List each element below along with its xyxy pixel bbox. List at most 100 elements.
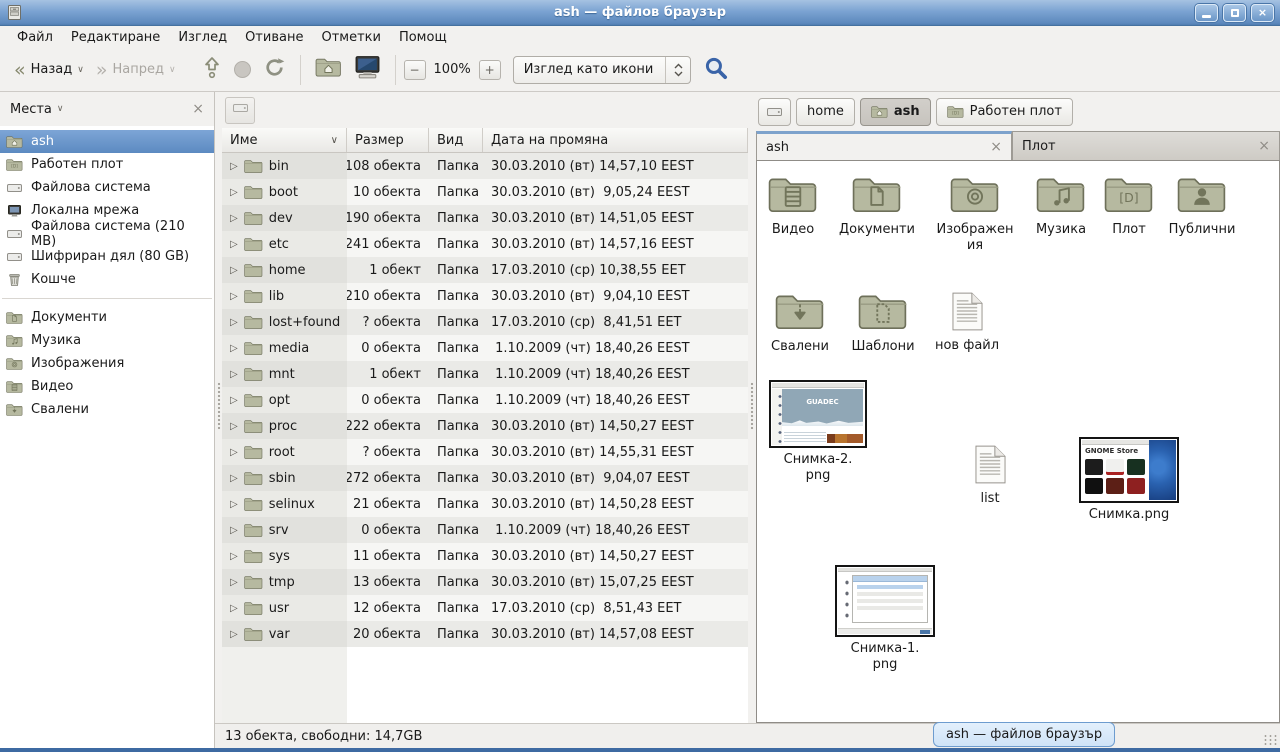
sidebar-header-label[interactable]: Места — [10, 102, 52, 117]
sidebar-item-trash[interactable]: Кошче — [0, 268, 214, 291]
column-header-1[interactable]: Размер — [347, 128, 429, 152]
expander-icon[interactable]: ▷ — [230, 213, 238, 224]
expander-icon[interactable]: ▷ — [230, 187, 238, 198]
sidebar-item-downloads[interactable]: Свалени — [0, 398, 214, 421]
table-row[interactable]: ▷media0 обектаПапка 1.10.2009 (чт) 18,40… — [222, 335, 748, 361]
sidebar-item-music[interactable]: Музика — [0, 329, 214, 352]
view-mode-select[interactable]: Изглед като икони — [513, 56, 692, 84]
tab-0[interactable]: ash× — [756, 131, 1012, 160]
table-row[interactable]: ▷sbin272 обектаПапка30.03.2010 (вт) 9,04… — [222, 465, 748, 491]
table-row[interactable]: ▷etc241 обектаПапка30.03.2010 (вт) 14,57… — [222, 231, 748, 257]
sidebar-item-desktop[interactable]: [D]Работен плот — [0, 153, 214, 176]
expander-icon[interactable]: ▷ — [230, 369, 238, 380]
table-row[interactable]: ▷home1 обектПапка17.03.2010 (ср) 10,38,5… — [222, 257, 748, 283]
stop-button[interactable] — [228, 56, 257, 83]
table-row[interactable]: ▷proc222 обектаПапка30.03.2010 (вт) 14,5… — [222, 413, 748, 439]
table-empty-area[interactable] — [222, 647, 748, 723]
icon-item-6[interactable]: Свалени — [756, 292, 845, 355]
expander-icon[interactable]: ▷ — [230, 395, 238, 406]
table-row[interactable]: ▷bin108 обектаПапка30.03.2010 (вт) 14,57… — [222, 153, 748, 179]
expander-icon[interactable]: ▷ — [230, 447, 238, 458]
tab-close-icon[interactable]: × — [990, 139, 1002, 155]
table-row[interactable]: ▷mnt1 обектПапка 1.10.2009 (чт) 18,40,26… — [222, 361, 748, 387]
menu-item-5[interactable]: Помощ — [390, 28, 456, 47]
table-row[interactable]: ▷usr12 обектаПапка17.03.2010 (ср) 8,51,4… — [222, 595, 748, 621]
table-row[interactable]: ▷dev190 обектаПапка30.03.2010 (вт) 14,51… — [222, 205, 748, 231]
table-row[interactable]: ▷srv0 обектаПапка 1.10.2009 (чт) 18,40,2… — [222, 517, 748, 543]
expander-icon[interactable]: ▷ — [230, 265, 238, 276]
icon-item-9[interactable]: GUADECСнимка-2. png — [773, 380, 863, 484]
table-row[interactable]: ▷selinux21 обектаПапка30.03.2010 (вт) 14… — [222, 491, 748, 517]
home-button[interactable] — [309, 52, 348, 87]
tab-1[interactable]: Плот× — [1012, 131, 1280, 160]
expander-icon[interactable]: ▷ — [230, 239, 238, 250]
table-row[interactable]: ▷lib210 обектаПапка30.03.2010 (вт) 9,04,… — [222, 283, 748, 309]
table-row[interactable]: ▷sys11 обектаПапка30.03.2010 (вт) 14,50,… — [222, 543, 748, 569]
root-drive-button[interactable] — [225, 97, 255, 124]
expander-icon[interactable]: ▷ — [230, 291, 238, 302]
menu-item-1[interactable]: Редактиране — [62, 28, 169, 47]
reload-button[interactable] — [257, 51, 292, 88]
sidebar-close-icon[interactable]: × — [192, 101, 204, 117]
icon-item-10[interactable]: list — [945, 445, 1035, 507]
table-row[interactable]: ▷opt0 обектаПапка 1.10.2009 (чт) 18,40,2… — [222, 387, 748, 413]
sidebar-item-video[interactable]: Видео — [0, 375, 214, 398]
sidebar-item-filesystem-210mb[interactable]: Файлова система (210 MB) — [0, 222, 214, 245]
expander-icon[interactable]: ▷ — [230, 525, 238, 536]
menu-item-3[interactable]: Отиване — [236, 28, 312, 47]
sidebar-item-documents[interactable]: Документи — [0, 306, 214, 329]
expander-icon[interactable]: ▷ — [230, 551, 238, 562]
zoom-out-button[interactable]: − — [404, 60, 426, 80]
back-dropdown-icon[interactable]: ∨ — [77, 65, 84, 75]
resize-grip[interactable] — [1263, 734, 1277, 746]
icon-item-12[interactable]: Снимка-1. png — [840, 565, 930, 673]
table-row[interactable]: ▷var20 обектаПапка30.03.2010 (вт) 14,57,… — [222, 621, 748, 647]
up-button[interactable] — [196, 50, 228, 89]
forward-button[interactable]: » Напред ∨ — [90, 57, 182, 82]
expander-icon[interactable]: ▷ — [230, 629, 238, 640]
zoom-in-button[interactable]: + — [479, 60, 501, 80]
titlebar[interactable]: ash — файлов браузър × — [0, 0, 1280, 26]
sidebar-item-pictures[interactable]: Изображения — [0, 352, 214, 375]
column-header-0[interactable]: Име∨ — [222, 128, 347, 152]
expander-icon[interactable]: ▷ — [230, 161, 238, 172]
menu-item-2[interactable]: Изглед — [169, 28, 236, 47]
column-header-2[interactable]: Вид — [429, 128, 483, 152]
maximize-button[interactable] — [1223, 4, 1246, 22]
expander-icon[interactable]: ▷ — [230, 499, 238, 510]
table-row[interactable]: ▷tmp13 обектаПапка30.03.2010 (вт) 15,07,… — [222, 569, 748, 595]
table-row[interactable]: ▷root? обектаПапка30.03.2010 (вт) 14,55,… — [222, 439, 748, 465]
sidebar-item-filesystem[interactable]: Файлова система — [0, 176, 214, 199]
icon-item-1[interactable]: Документи — [832, 175, 922, 238]
expander-icon[interactable]: ▷ — [230, 577, 238, 588]
icon-item-8[interactable]: нов файл — [922, 292, 1012, 354]
icon-item-2[interactable]: Изображен ия — [930, 175, 1020, 254]
breadcrumb-home-dir[interactable]: home — [796, 98, 855, 126]
expander-icon[interactable]: ▷ — [230, 317, 238, 328]
icon-item-0[interactable]: Видео — [756, 175, 838, 238]
computer-button[interactable] — [348, 50, 387, 89]
icon-item-11[interactable]: GNOME StoreСнимка.png — [1084, 437, 1174, 523]
icon-item-5[interactable]: Публични — [1157, 175, 1247, 238]
breadcrumb-desktop[interactable]: [D]Работен плот — [936, 98, 1073, 126]
icon-view[interactable]: ВидеоДокументиИзображен ияМузика[D]ПлотП… — [756, 160, 1280, 723]
expander-icon[interactable]: ▷ — [230, 603, 238, 614]
close-button[interactable]: × — [1251, 4, 1274, 22]
column-header-3[interactable]: Дата на промяна — [483, 128, 748, 152]
expander-icon[interactable]: ▷ — [230, 343, 238, 354]
menu-item-0[interactable]: Файл — [8, 28, 62, 47]
menu-item-4[interactable]: Отметки — [312, 28, 389, 47]
expander-icon[interactable]: ▷ — [230, 473, 238, 484]
tab-close-icon[interactable]: × — [1258, 138, 1270, 154]
sidebar-item-ash[interactable]: ash — [0, 130, 214, 153]
sidebar-header-dropdown-icon[interactable]: ∨ — [57, 104, 64, 114]
expander-icon[interactable]: ▷ — [230, 421, 238, 432]
back-button[interactable]: « Назад ∨ — [8, 57, 90, 82]
breadcrumb-ash[interactable]: ash — [860, 98, 931, 126]
table-row[interactable]: ▷boot10 обектаПапка30.03.2010 (вт) 9,05,… — [222, 179, 748, 205]
icon-item-7[interactable]: Шаблони — [838, 292, 928, 355]
minimize-button[interactable] — [1195, 4, 1218, 22]
pane-splitter-left[interactable] — [215, 92, 222, 723]
search-button[interactable] — [703, 55, 729, 85]
pane-splitter-right[interactable] — [748, 92, 756, 723]
